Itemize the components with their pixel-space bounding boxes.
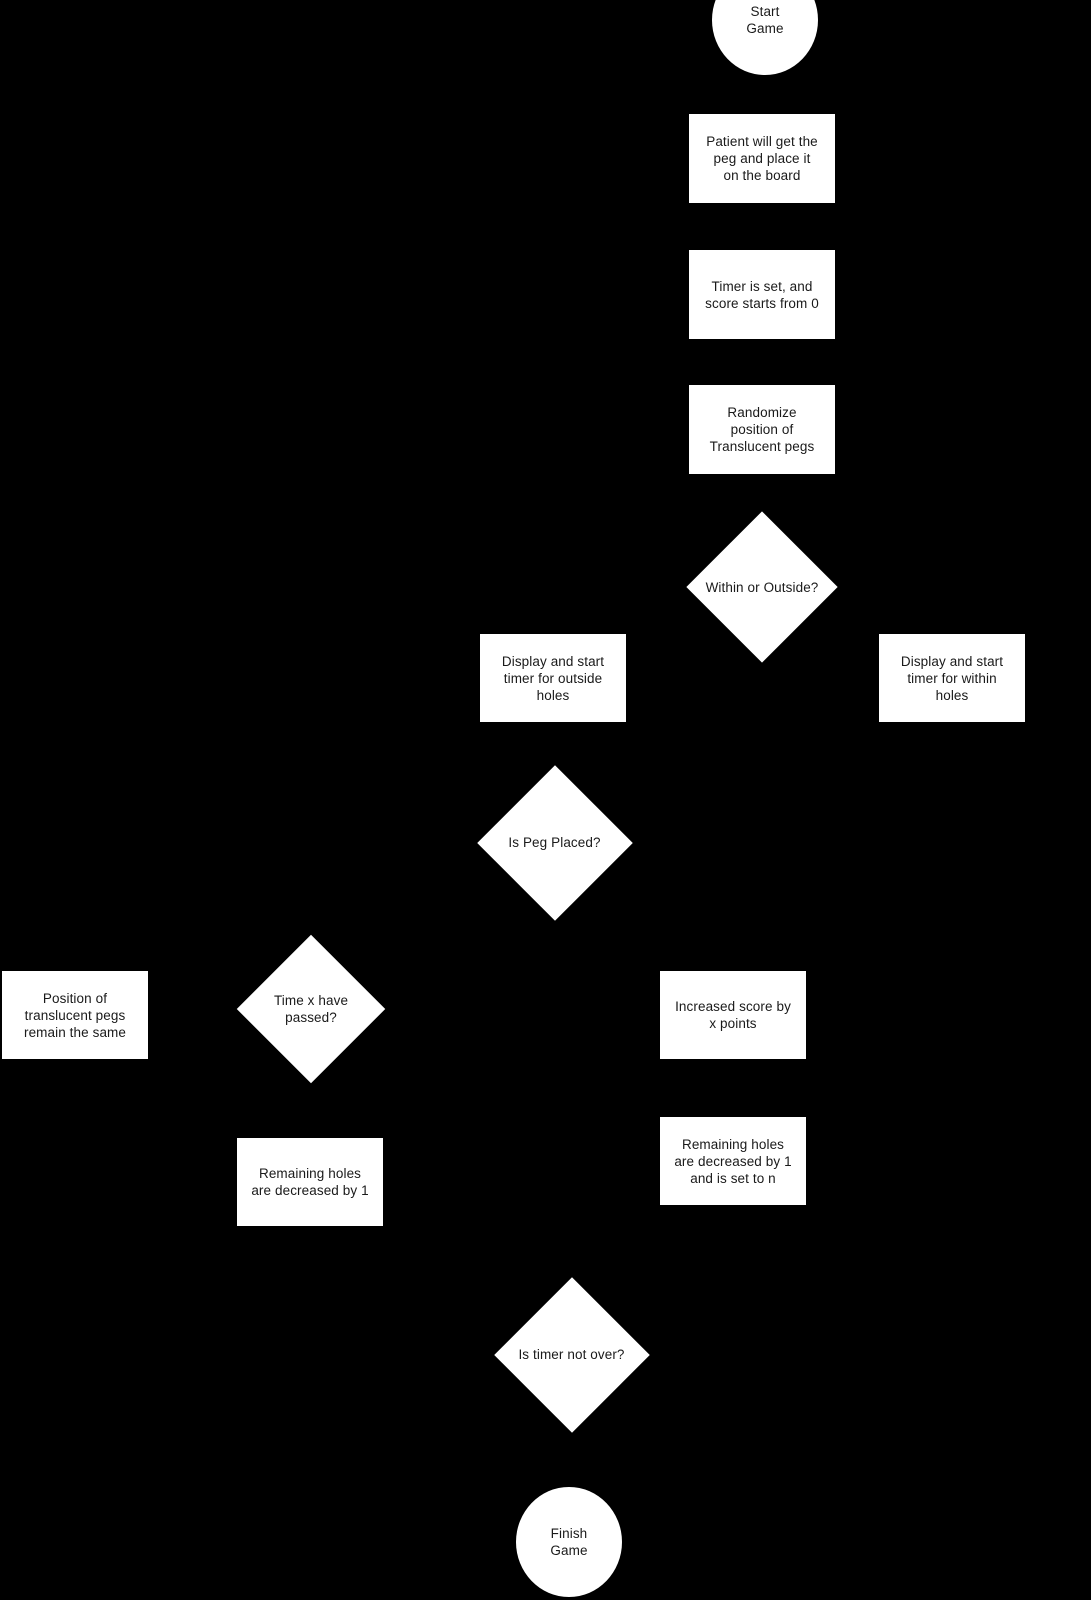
- node-holes-decreased-left[interactable]: Remaining holes are decreased by 1: [237, 1138, 383, 1226]
- node-within-or-outside-label: Within or Outside?: [705, 579, 819, 595]
- node-time-x-passed[interactable]: Time x have passed?: [236, 934, 386, 1084]
- node-finish-game[interactable]: Finish Game: [516, 1487, 622, 1597]
- node-timer-outside-holes[interactable]: Display and start timer for outside hole…: [480, 634, 626, 722]
- node-is-peg-placed[interactable]: Is Peg Placed?: [476, 764, 633, 921]
- node-randomize-pegs-label: Randomize position of Translucent pegs: [709, 405, 815, 454]
- node-start-game[interactable]: Start Game: [712, 0, 818, 75]
- node-timer-outside-holes-label: Display and start timer for outside hole…: [501, 653, 605, 703]
- node-holes-decreased-left-label: Remaining holes are decreased by 1: [251, 1166, 369, 1198]
- node-is-timer-not-over-label: Is timer not over?: [518, 1347, 625, 1362]
- node-within-or-outside[interactable]: Within or Outside?: [686, 511, 838, 663]
- node-start-game-label: Start Game: [746, 4, 784, 36]
- node-timer-set-label: Timer is set, and score starts from 0: [705, 278, 819, 311]
- node-increase-score[interactable]: Increased score by x points: [660, 971, 806, 1059]
- node-increase-score-label: Increased score by x points: [675, 999, 791, 1031]
- node-patient-place-peg-label: Patient will get the peg and place it on…: [706, 134, 818, 183]
- node-is-timer-not-over[interactable]: Is timer not over?: [493, 1276, 650, 1433]
- node-randomize-pegs[interactable]: Randomize position of Translucent pegs: [689, 385, 835, 474]
- node-finish-game-label: Finish Game: [550, 1526, 588, 1558]
- node-position-remains-same-label: Position of translucent pegs remain the …: [23, 990, 127, 1040]
- node-timer-set[interactable]: Timer is set, and score starts from 0: [689, 250, 835, 339]
- node-time-x-passed-label: Time x have passed?: [273, 993, 349, 1025]
- node-patient-place-peg[interactable]: Patient will get the peg and place it on…: [689, 114, 835, 203]
- node-is-peg-placed-label: Is Peg Placed?: [508, 835, 601, 850]
- node-position-remains-same[interactable]: Position of translucent pegs remain the …: [2, 971, 148, 1059]
- node-holes-decreased-right-label: Remaining holes are decreased by 1 and i…: [674, 1136, 792, 1186]
- flowchart-canvas: Start Game Patient will get the peg and …: [0, 0, 1091, 1600]
- node-holes-decreased-right[interactable]: Remaining holes are decreased by 1 and i…: [660, 1117, 806, 1205]
- node-timer-within-holes-label: Display and start timer for within holes: [900, 653, 1004, 703]
- node-timer-within-holes[interactable]: Display and start timer for within holes: [879, 634, 1025, 722]
